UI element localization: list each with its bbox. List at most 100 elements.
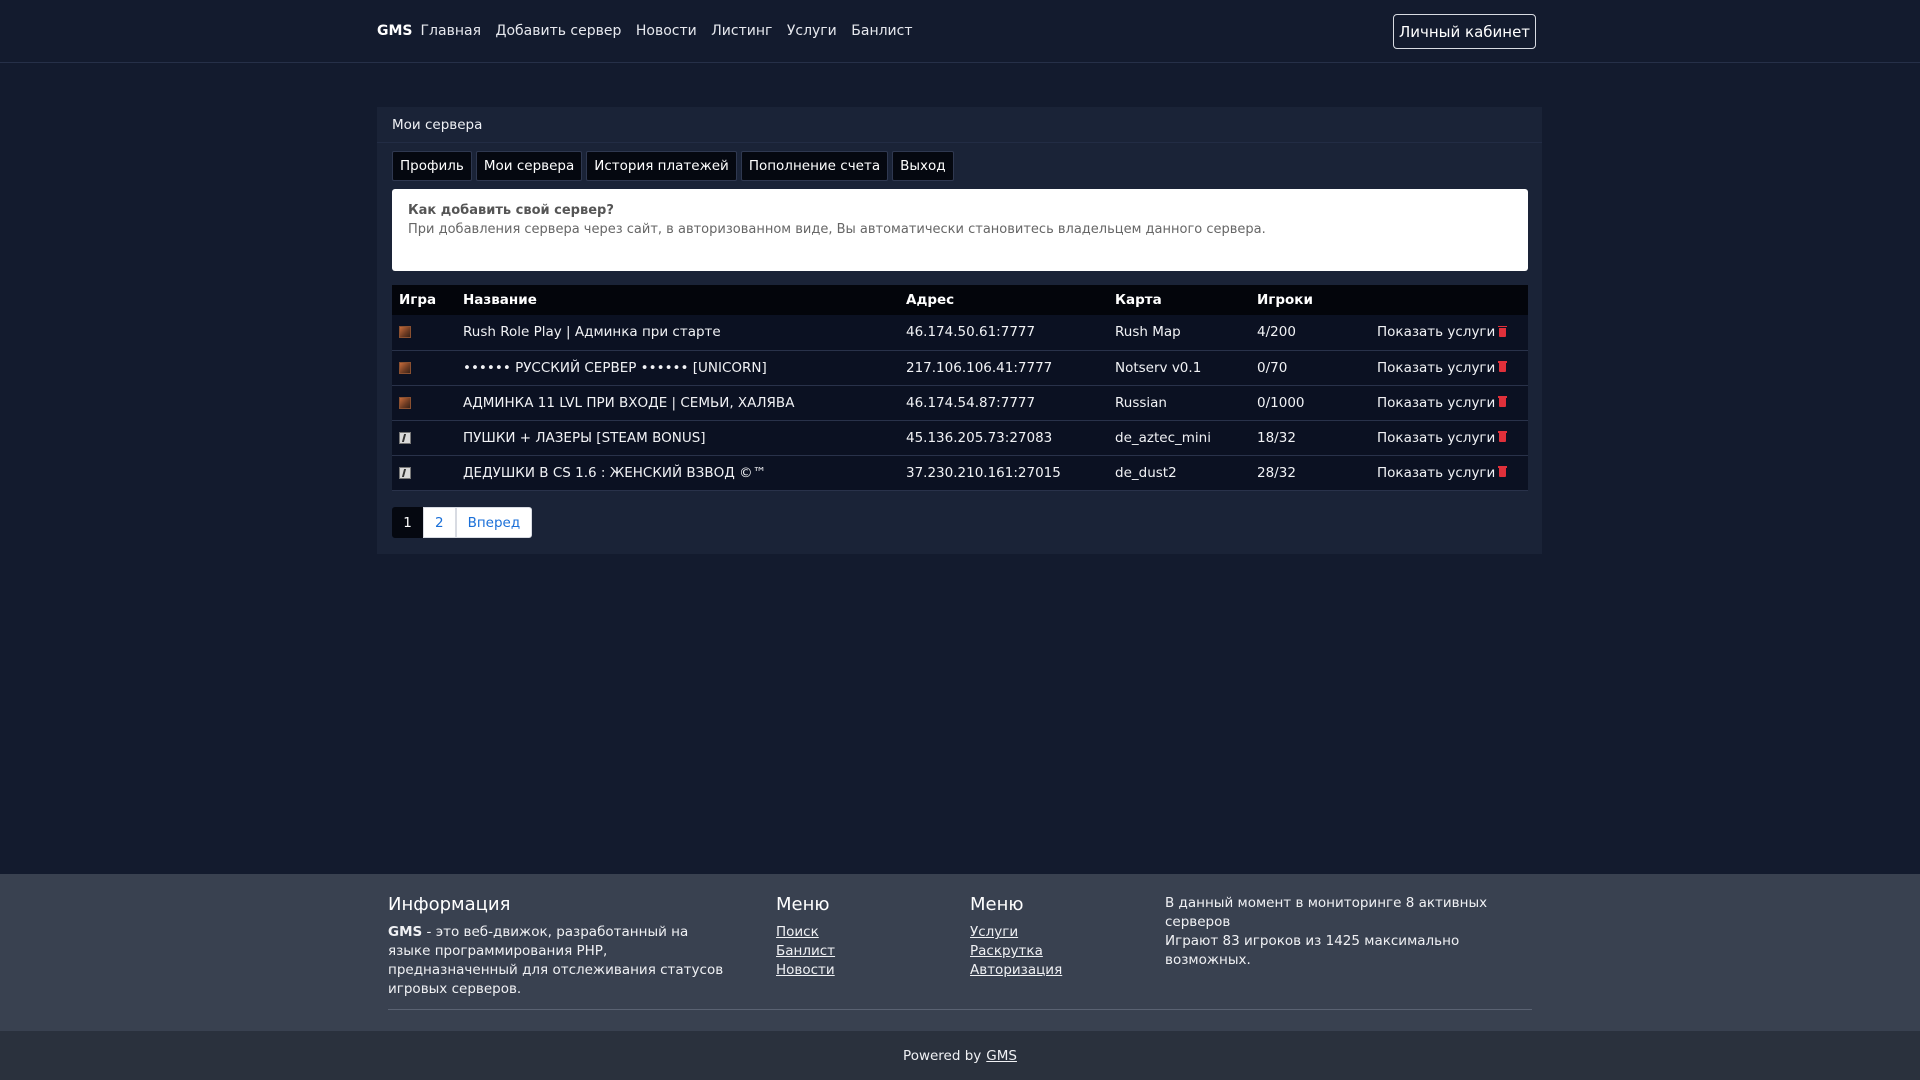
game-cell <box>392 385 456 421</box>
nav-link-add-server[interactable]: Добавить сервер <box>496 23 622 39</box>
trash-icon[interactable] <box>1498 325 1508 337</box>
footer-link-news[interactable]: Новости <box>776 961 956 980</box>
powered-by-link[interactable]: GMS <box>986 1048 1017 1064</box>
server-name[interactable]: ДЕДУШКИ В CS 1.6 : ЖЕНСКИЙ ВЗВОД ©™ <box>456 455 899 491</box>
page-next[interactable]: Вперед <box>455 507 533 538</box>
info-text: При добавления сервера через сайт, в авт… <box>408 222 1266 237</box>
header-map: Карта <box>1108 285 1250 315</box>
footer: Информация GMS - это веб-движок, разрабо… <box>0 874 1920 1080</box>
trash-icon[interactable] <box>1498 396 1508 407</box>
table-row: ПУШКИ + ЛАЗЕРЫ [STEAM BONUS] 45.136.205.… <box>392 420 1528 456</box>
footer-link-login[interactable]: Авторизация <box>970 961 1150 980</box>
header-actions <box>1370 285 1528 315</box>
server-players: 28/32 <box>1250 455 1370 491</box>
trash-icon[interactable] <box>1498 361 1508 372</box>
nav-menu: GMS Главная Добавить сервер Новости Лист… <box>377 0 927 61</box>
server-address: 45.136.205.73:27083 <box>899 420 1108 456</box>
actions-cell: Показать услуги <box>1370 350 1528 386</box>
game-cell <box>392 315 456 351</box>
actions-cell: Показать услуги <box>1370 385 1528 421</box>
footer-link-services[interactable]: Услуги <box>970 923 1150 942</box>
servers-table: Игра Название Адрес Карта Игроки Rush Ro… <box>392 285 1528 491</box>
table-row: •••••• РУССКИЙ СЕРВЕР •••••• [UNICORN] 2… <box>392 350 1528 386</box>
page-2[interactable]: 2 <box>423 507 456 538</box>
server-address: 37.230.210.161:27015 <box>899 455 1108 491</box>
tab-profile[interactable]: Профиль <box>392 151 472 181</box>
gmod-icon <box>399 326 411 339</box>
server-address: 46.174.54.87:7777 <box>899 385 1108 421</box>
show-services-link[interactable]: Показать услуги <box>1377 395 1495 411</box>
panel-title: Мои сервера <box>377 107 1542 143</box>
server-players: 0/70 <box>1250 350 1370 386</box>
game-cell <box>392 455 456 491</box>
server-players: 18/32 <box>1250 420 1370 456</box>
server-name[interactable]: Rush Role Play | Админка при старте <box>456 315 899 351</box>
account-tabs: Профиль Мои сервера История платежей Поп… <box>392 151 958 181</box>
cs-icon <box>399 466 411 479</box>
show-services-link[interactable]: Показать услуги <box>1377 360 1495 376</box>
table-row: ДЕДУШКИ В CS 1.6 : ЖЕНСКИЙ ВЗВОД ©™ 37.2… <box>392 455 1528 491</box>
header-game: Игра <box>392 285 456 315</box>
game-cell <box>392 350 456 386</box>
trash-icon[interactable] <box>1498 466 1508 477</box>
tab-my-servers[interactable]: Мои сервера <box>475 151 583 181</box>
server-map: de_dust2 <box>1108 455 1250 491</box>
nav-link-listing[interactable]: Листинг <box>711 23 772 39</box>
table-header-row: Игра Название Адрес Карта Игроки <box>392 285 1528 315</box>
footer-active-servers: В данный момент в мониторинге 8 активных… <box>1165 895 1488 930</box>
server-name[interactable]: АДМИНКА 11 LVL ПРИ ВХОДЕ | СЕМЬИ, ХАЛЯВА <box>456 385 899 421</box>
footer-info-text: GMS - это веб-движок, разработанный на я… <box>388 923 728 999</box>
server-name[interactable]: ПУШКИ + ЛАЗЕРЫ [STEAM BONUS] <box>456 420 899 456</box>
tab-top-up[interactable]: Пополнение счета <box>740 151 889 181</box>
footer-menu-2: Меню Услуги Раскрутка Авторизация <box>970 894 1150 980</box>
server-players: 0/1000 <box>1250 385 1370 421</box>
page-1[interactable]: 1 <box>392 507 423 538</box>
footer-menu-2-title: Меню <box>970 894 1024 915</box>
navbar: GMS Главная Добавить сервер Новости Лист… <box>0 0 1920 63</box>
nav-link-services[interactable]: Услуги <box>787 23 837 39</box>
game-cell <box>392 420 456 456</box>
footer-players-online: Играют 83 игроков из 1425 максимально во… <box>1165 933 1460 968</box>
actions-cell: Показать услуги <box>1370 455 1528 491</box>
footer-menu-1: Меню Поиск Банлист Новости <box>776 894 956 980</box>
footer-link-search[interactable]: Поиск <box>776 923 956 942</box>
personal-cabinet-button[interactable]: Личный кабинет <box>1393 14 1536 49</box>
server-address: 46.174.50.61:7777 <box>899 315 1108 351</box>
show-services-link[interactable]: Показать услуги <box>1377 465 1495 481</box>
header-address: Адрес <box>899 285 1108 315</box>
actions-cell: Показать услуги <box>1370 315 1528 351</box>
tab-payment-history[interactable]: История платежей <box>586 151 737 181</box>
footer-info: Информация GMS - это веб-движок, разрабо… <box>388 894 728 999</box>
gmod-icon <box>399 396 411 409</box>
server-map: Notserv v0.1 <box>1108 350 1250 386</box>
show-services-link[interactable]: Показать услуги <box>1377 324 1495 340</box>
server-map: de_aztec_mini <box>1108 420 1250 456</box>
pagination: 1 2 Вперед <box>392 507 533 538</box>
my-servers-panel: Мои сервера Профиль Мои сервера История … <box>377 107 1542 554</box>
cs-icon <box>399 431 411 444</box>
server-address: 217.106.106.41:7777 <box>899 350 1108 386</box>
server-name[interactable]: •••••• РУССКИЙ СЕРВЕР •••••• [UNICORN] <box>456 350 899 386</box>
server-map: Russian <box>1108 385 1250 421</box>
footer-info-title: Информация <box>388 894 511 915</box>
show-services-link[interactable]: Показать услуги <box>1377 430 1495 446</box>
header-name: Название <box>456 285 899 315</box>
nav-link-home[interactable]: Главная <box>421 23 481 39</box>
footer-link-promotion[interactable]: Раскрутка <box>970 942 1150 961</box>
nav-link-banlist[interactable]: Банлист <box>851 23 912 39</box>
actions-cell: Показать услуги <box>1370 420 1528 456</box>
table-row: Rush Role Play | Админка при старте 46.1… <box>392 315 1528 351</box>
tab-logout[interactable]: Выход <box>892 151 954 181</box>
trash-icon[interactable] <box>1498 431 1508 442</box>
table-row: АДМИНКА 11 LVL ПРИ ВХОДЕ | СЕМЬИ, ХАЛЯВА… <box>392 385 1528 421</box>
footer-link-banlist[interactable]: Банлист <box>776 942 956 961</box>
copyright-bar: Powered by GMS <box>0 1031 1920 1080</box>
nav-link-news[interactable]: Новости <box>636 23 697 39</box>
gmod-icon <box>399 361 411 374</box>
info-alert: Как добавить свой сервер? При добавления… <box>392 189 1528 271</box>
header-players: Игроки <box>1250 285 1370 315</box>
footer-brand: GMS <box>388 924 423 940</box>
brand-logo[interactable]: GMS <box>377 23 413 39</box>
info-title: Как добавить свой сервер? <box>408 203 614 218</box>
footer-description: - это веб-движок, разработанный на языке… <box>388 924 724 997</box>
